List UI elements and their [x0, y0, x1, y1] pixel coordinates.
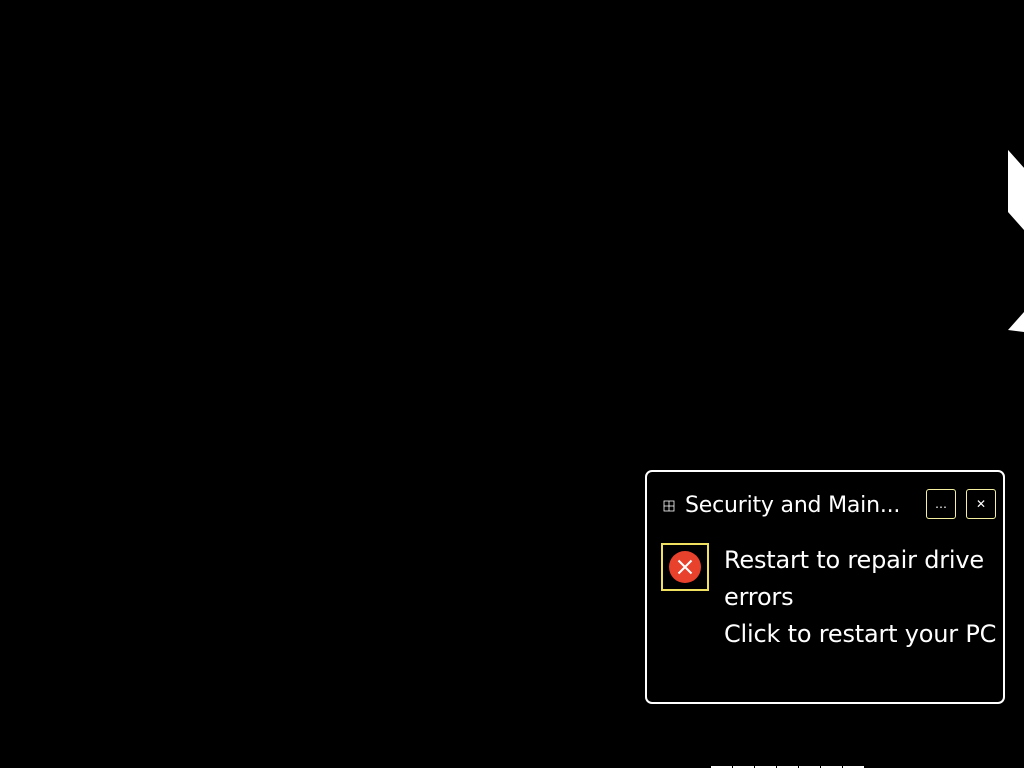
toast-header: Security and Main... … ✕ [663, 489, 996, 521]
toast-app-name: Security and Main... [685, 492, 901, 518]
toast-notification[interactable]: Security and Main... … ✕ Restart to repa… [645, 470, 1005, 704]
desktop: Security and Main... … ✕ Restart to repa… [0, 0, 1024, 768]
partial-window-edge [1008, 150, 1024, 332]
toast-title: Restart to repair drive errors [724, 546, 984, 611]
close-button[interactable]: ✕ [966, 489, 996, 519]
toast-message: Click to restart your PC [724, 620, 997, 648]
more-options-button[interactable]: … [926, 489, 956, 519]
more-icon: … [935, 497, 947, 511]
status-icon-container [661, 543, 709, 591]
security-maintenance-icon [663, 500, 675, 512]
toast-body[interactable]: Restart to repair drive errors Click to … [661, 542, 996, 692]
error-icon [669, 551, 701, 583]
close-icon: ✕ [975, 497, 987, 511]
toast-text: Restart to repair drive errors Click to … [724, 542, 1004, 653]
